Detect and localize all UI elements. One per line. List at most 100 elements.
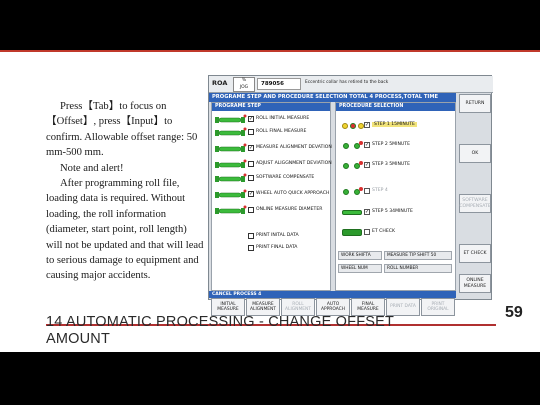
program-step-label: PRINT FINAL DATA	[256, 245, 298, 250]
vertical-softkey[interactable]: SOFTWARE COMPENSATE	[459, 194, 491, 213]
work-shift-field[interactable]: WORK SHIFTA	[338, 251, 382, 260]
procedure-step-label: STEP 4	[372, 188, 388, 193]
procedure-step-label: STEP 5 34MINUTE	[372, 209, 413, 214]
instruction-paragraph-1: Press【Tab】to focus on 【Offset】, press【In…	[46, 101, 198, 159]
program-step-row[interactable]: ✓ MEASURE ALIGNMENT DEVATION	[212, 143, 332, 155]
procedure-step-label: ET CHECK	[372, 229, 395, 234]
program-step-row[interactable]: PRINT FINAL DATA	[212, 243, 330, 255]
program-step-row[interactable]: PRINT INITAL DATA	[212, 231, 330, 243]
vertical-softkey[interactable]: ET CHECK	[459, 244, 491, 263]
step-status-icon	[340, 160, 364, 172]
roll-bar-icon	[342, 210, 362, 215]
step-checkbox[interactable]: ✓	[364, 142, 370, 148]
roll-number-field[interactable]: ROLL NUMBER	[384, 264, 452, 273]
vertical-softkey[interactable]: ONLINE MEASURE	[459, 274, 491, 293]
step-checkbox[interactable]: ✓	[248, 191, 254, 197]
roll-machine-icon	[215, 127, 247, 136]
program-step-label: ROLL INITIAL MEASURE	[256, 116, 310, 121]
step-status-icon	[340, 227, 364, 239]
alert-dot	[359, 141, 363, 145]
program-step-row[interactable]: ADJUST ALIGGNMENT DEVIATION	[212, 159, 332, 171]
program-step-row[interactable]: ONLINE MEASURE DIAMETER	[212, 205, 330, 217]
bottom-black-band	[0, 352, 540, 405]
cancel-process-bar[interactable]: CANCEL PROCESS 4	[209, 291, 456, 298]
procedure-step-label: STEP 3 5MINUTE	[372, 162, 410, 167]
roll-machine-icon	[215, 114, 247, 123]
step-status-icon	[340, 186, 364, 198]
program-step-row[interactable]: ✓ ROLL INITIAL MEASURE	[212, 114, 330, 126]
step-checkbox[interactable]	[248, 129, 254, 135]
top-black-band	[0, 0, 540, 50]
mode-indicator: % JOG	[233, 77, 255, 92]
status-dot	[343, 143, 349, 149]
programme-step-panel: PROGRAME STEP ✓ ROLL INITIAL MEASURE ROLL …	[211, 102, 332, 291]
program-step-label: ONLINE MEASURE DIAMETER	[256, 207, 323, 212]
step-status-icon	[340, 120, 364, 132]
program-step-label: WHEEL AUTO QUICK APPROACH	[256, 191, 330, 196]
status-dot	[343, 189, 349, 195]
step-checkbox[interactable]: ✓	[364, 209, 370, 215]
roll-machine-icon	[215, 173, 247, 182]
program-number: 789056	[257, 78, 301, 90]
step-checkbox[interactable]: ✓	[364, 162, 370, 168]
channel-label: ROA	[212, 79, 228, 87]
step-checkbox[interactable]: ✓	[248, 145, 254, 151]
roll-machine-icon	[215, 143, 247, 152]
roll-machine-icon	[215, 189, 247, 198]
hmi-title-bar: PROGRAME STEP AND PROCEDURE SELECTION TO…	[209, 93, 456, 109]
alert-dot	[359, 187, 363, 191]
program-step-label: ROLL FINAL MEASURE	[256, 129, 307, 134]
procedure-step-row[interactable]: ✓ STEP 2 5MINUTE	[336, 140, 455, 152]
instruction-paragraph-2: Note and alert!	[60, 162, 124, 174]
procedure-step-row[interactable]: ✓ STEP 3 5MINUTE	[336, 160, 455, 172]
step-checkbox[interactable]	[248, 175, 254, 181]
presentation-slide: Press【Tab】to focus on 【Offset】, press【In…	[0, 0, 540, 405]
step-status-icon	[340, 140, 364, 152]
hmi-screen: ROA % JOG 789056 Eccentric collar has re…	[208, 75, 493, 316]
step-checkbox[interactable]	[248, 245, 254, 251]
page-number: 59	[505, 304, 523, 321]
step-checkbox[interactable]	[364, 229, 370, 235]
horizontal-softkey[interactable]: PRINT ORIGINAL	[421, 298, 455, 316]
slide-title: 14 AUTOMATIC PROCESSING - CHANGE OFFSET …	[46, 314, 394, 348]
step-checkbox[interactable]	[248, 207, 254, 213]
step-checkbox[interactable]	[248, 233, 254, 239]
program-step-row[interactable]: SOFTWARE COMPENSATE	[212, 173, 330, 185]
programme-step-header: PROGRAME STEP	[212, 103, 330, 111]
status-dot	[343, 163, 349, 169]
program-step-row[interactable]: ✓ WHEEL AUTO QUICK APPROACH	[212, 189, 330, 201]
step-checkbox[interactable]	[248, 161, 254, 167]
slide-title-line-1: 14 AUTOMATIC PROCESSING - CHANGE OFFSET	[46, 314, 395, 330]
measure-tip-shift-field[interactable]: MEASURE TIP SHIFT 50	[384, 251, 452, 260]
procedure-step-row[interactable]: ✓ STEP 5 34MINUTE	[336, 207, 455, 219]
instruction-paragraph-3: After programming roll file, loading dat…	[46, 178, 204, 282]
procedure-selection-panel: PROCEDURE SELECTION ✓ STEP 1 15MINUTE ✓ STE…	[335, 102, 456, 291]
instruction-text: Press【Tab】to focus on 【Offset】, press【In…	[46, 99, 204, 284]
roll-bar-icon	[342, 229, 362, 236]
program-step-label: MEASURE ALIGNMENT DEVATION	[256, 145, 332, 150]
alarm-message: Eccentric collar has retired to the back	[305, 80, 389, 85]
procedure-step-row[interactable]: ET CHECK	[336, 227, 455, 239]
step-checkbox[interactable]: ✓	[248, 116, 254, 122]
alert-dot	[351, 124, 355, 128]
wheel-num-field[interactable]: WHEEL NUM	[338, 264, 382, 273]
step-status-icon	[340, 207, 364, 219]
hmi-status-bar: ROA % JOG 789056 Eccentric collar has re…	[209, 76, 493, 93]
step-checkbox[interactable]	[364, 188, 370, 194]
program-step-label: ADJUST ALIGGNMENT DEVIATION	[256, 161, 332, 166]
alert-dot	[359, 161, 363, 165]
procedure-step-row[interactable]: STEP 4	[336, 186, 455, 198]
step-checkbox[interactable]: ✓	[364, 122, 370, 128]
mode-line-2: JOG	[239, 84, 249, 90]
procedure-selection-header: PROCEDURE SELECTION	[336, 103, 455, 111]
procedure-step-label: STEP 1 15MINUTE	[372, 122, 417, 127]
program-step-label: PRINT INITAL DATA	[256, 233, 299, 238]
program-step-label: SOFTWARE COMPENSATE	[256, 175, 315, 180]
vertical-softkey[interactable]: RETURN	[459, 94, 491, 113]
procedure-step-row[interactable]: ✓ STEP 1 15MINUTE	[336, 120, 455, 132]
status-dot	[342, 123, 348, 129]
roll-machine-icon	[215, 159, 247, 168]
program-step-row[interactable]: ROLL FINAL MEASURE	[212, 127, 330, 139]
roll-machine-icon	[215, 205, 247, 214]
vertical-softkey[interactable]: OK	[459, 144, 491, 163]
